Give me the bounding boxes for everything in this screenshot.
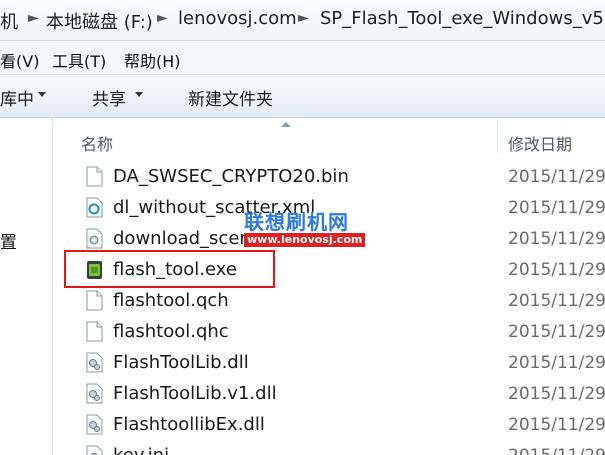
sort-ascending-icon	[281, 122, 291, 127]
file-row[interactable]: DA_SWSEC_CRYPTO20.bin 2015/11/29	[53, 162, 605, 193]
file-name: flashtool.qch	[113, 290, 229, 311]
breadcrumb-lenovosj[interactable]: lenovosj.com	[178, 8, 297, 29]
breadcrumb-separator-icon[interactable]: ►	[157, 10, 168, 26]
file-name: download_scen	[113, 228, 251, 249]
file-row[interactable]: FlashToolLib.dll 2015/11/29	[53, 348, 605, 379]
file-date: 2015/11/29	[508, 322, 605, 342]
breadcrumb-separator-icon[interactable]: ►	[28, 10, 39, 26]
file-name: DA_SWSEC_CRYPTO20.bin	[113, 166, 349, 187]
menu-view[interactable]: 看(V)	[0, 48, 39, 72]
column-date-header[interactable]: 修改日期	[508, 131, 572, 155]
file-row[interactable]: FlashtoollibEx.dll 2015/11/29	[53, 410, 605, 441]
blank-file-icon	[86, 290, 103, 311]
new-folder-button[interactable]: 新建文件夹	[188, 85, 273, 110]
menu-help[interactable]: 帮助(H)	[124, 48, 181, 72]
file-row[interactable]: FlashToolLib.v1.dll 2015/11/29	[53, 379, 605, 410]
watermark-logo-text: 联想刷机网	[244, 210, 349, 234]
column-header: 名称 修改日期	[53, 118, 605, 156]
include-in-library-button[interactable]: 库中	[0, 85, 34, 110]
file-date: 2015/11/29	[508, 446, 605, 455]
file-date: 2015/11/29	[508, 229, 605, 249]
blank-file-icon	[86, 321, 103, 342]
file-row[interactable]: key.ini 2015/11/29	[53, 441, 605, 455]
watermark-url: www.lenovosj.com	[244, 233, 366, 247]
dll-file-icon	[86, 352, 103, 373]
file-name: key.ini	[113, 445, 169, 455]
xml-file-icon	[86, 197, 103, 218]
breadcrumb-current-folder[interactable]: SP_Flash_Tool_exe_Windows_v5.1	[320, 8, 605, 29]
navigation-pane[interactable]: 置	[0, 118, 53, 455]
menu-tools[interactable]: 工具(T)	[52, 48, 106, 72]
file-name: flashtool.qhc	[113, 321, 229, 342]
address-bar[interactable]: 机 ► 本地磁盘 (F:) ► lenovosj.com ► SP_Flash_…	[0, 0, 605, 41]
dll-file-icon	[86, 383, 103, 404]
file-name: FlashToolLib.v1.dll	[113, 383, 277, 404]
share-button[interactable]: 共享	[92, 85, 126, 110]
file-row[interactable]: flashtool.qch 2015/11/29	[53, 286, 605, 317]
breadcrumb-computer[interactable]: 机	[0, 8, 18, 34]
file-row[interactable]: flashtool.qhc 2015/11/29	[53, 317, 605, 348]
file-name: FlashToolLib.dll	[113, 352, 249, 373]
toolbar: 库中 共享 新建文件夹	[0, 75, 605, 118]
blank-file-icon	[86, 166, 103, 187]
column-name-header[interactable]: 名称	[81, 131, 113, 155]
ini-file-icon	[86, 445, 103, 455]
chevron-down-icon[interactable]	[135, 92, 143, 97]
file-name: FlashtoollibEx.dll	[113, 414, 265, 435]
nav-item-label[interactable]: 置	[0, 228, 17, 253]
file-date: 2015/11/29	[508, 291, 605, 311]
dll-file-icon	[86, 414, 103, 435]
file-date: 2015/11/29	[508, 167, 605, 187]
highlight-annotation	[64, 250, 275, 288]
menu-bar: 看(V) 工具(T) 帮助(H)	[0, 41, 605, 75]
file-date: 2015/11/29	[508, 198, 605, 218]
settings-file-icon	[86, 228, 103, 249]
breadcrumb-separator-icon[interactable]: ►	[298, 10, 309, 26]
file-date: 2015/11/29	[508, 353, 605, 373]
file-date: 2015/11/29	[508, 260, 605, 280]
file-date: 2015/11/29	[508, 384, 605, 404]
breadcrumb-local-disk[interactable]: 本地磁盘 (F:)	[46, 8, 153, 34]
file-date: 2015/11/29	[508, 415, 605, 435]
column-divider[interactable]	[497, 124, 498, 154]
chevron-down-icon[interactable]	[38, 92, 46, 97]
